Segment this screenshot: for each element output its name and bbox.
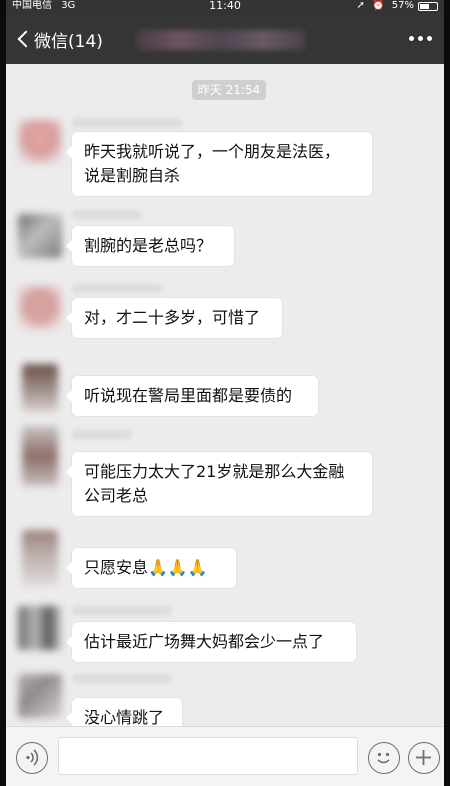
- back-button-label: 微信(14): [34, 31, 103, 52]
- sender-name-redacted: [72, 674, 172, 683]
- timestamp-label: 昨天 21:54: [192, 80, 266, 100]
- avatar[interactable]: [22, 426, 58, 486]
- message-text: 听说现在警局里面都是要债的: [84, 386, 293, 405]
- message-text: 说是割腕自杀: [84, 166, 181, 185]
- message-text: 只愿安息🙏🙏🙏: [84, 558, 208, 577]
- battery-fill: [420, 4, 429, 9]
- back-chevron-icon: [17, 30, 35, 48]
- input-bar: [6, 726, 444, 786]
- dot-icon: [427, 36, 432, 41]
- message-bubble[interactable]: 割腕的是老总吗？: [66, 226, 234, 266]
- emoji-button[interactable]: [368, 742, 400, 774]
- plus-icon: [416, 750, 431, 765]
- message-row: 只愿安息🙏🙏🙏: [6, 526, 444, 596]
- message-text: 可能压力太大了21岁就是那么大金融: [84, 462, 345, 481]
- chat-title-redacted: [136, 30, 306, 50]
- message-row: 可能压力太大了21岁就是那么大金融 公司老总: [6, 426, 444, 522]
- message-text: 估计最近广场舞大妈都会少一点了: [84, 632, 325, 651]
- location-icon: ➚: [356, 0, 365, 11]
- emoji-icon: [377, 752, 390, 764]
- message-row: 割腕的是老总吗？: [6, 204, 444, 270]
- dot-icon: [418, 36, 423, 41]
- message-row: 估计最近广场舞大妈都会少一点了: [6, 602, 444, 668]
- right-edge: [444, 0, 450, 786]
- avatar[interactable]: [18, 674, 62, 718]
- message-row: 对，才二十多岁，可惜了: [6, 278, 444, 350]
- message-text: 公司老总: [84, 486, 149, 505]
- battery-icon: [418, 2, 438, 11]
- message-bubble[interactable]: 昨天我就听说了，一个朋友是法医， 说是割腕自杀: [66, 132, 372, 196]
- voice-icon: [26, 749, 39, 766]
- sender-name-redacted: [72, 118, 182, 127]
- chat-area[interactable]: 昨天 21:54 昨天我就听说了，一个朋友是法医， 说是割腕自杀 割腕的是老总吗…: [6, 64, 444, 726]
- dot-icon: [409, 36, 414, 41]
- message-row: 听说现在警局里面都是要债的: [6, 360, 444, 426]
- back-button[interactable]: 微信(14): [10, 24, 103, 54]
- phone-screen: 中国电信 3G 11:40 ➚ ⏰ 57% 微信(14) 昨天 21:54 昨天…: [0, 0, 450, 786]
- message-text: 割腕的是老总吗？: [84, 236, 213, 255]
- message-bubble[interactable]: 听说现在警局里面都是要债的: [66, 376, 318, 416]
- alarm-icon: ⏰: [372, 0, 385, 11]
- message-row: 没心情跳了: [6, 670, 444, 726]
- message-row: 昨天我就听说了，一个朋友是法医， 说是割腕自杀: [6, 114, 444, 196]
- message-bubble[interactable]: 只愿安息🙏🙏🙏: [66, 548, 236, 588]
- message-bubble[interactable]: 没心情跳了: [66, 698, 182, 726]
- more-options-button[interactable]: [409, 36, 432, 41]
- sender-name-redacted: [72, 430, 132, 439]
- nav-bar: 微信(14): [6, 14, 444, 64]
- message-text: 对，才二十多岁，可惜了: [84, 308, 261, 327]
- message-text: 没心情跳了: [84, 708, 165, 726]
- voice-button[interactable]: [16, 742, 48, 774]
- avatar[interactable]: [18, 120, 62, 164]
- status-bar: 中国电信 3G 11:40 ➚ ⏰ 57%: [6, 0, 444, 14]
- avatar[interactable]: [18, 214, 62, 258]
- message-text: 昨天我就听说了，一个朋友是法医，: [84, 142, 341, 161]
- avatar[interactable]: [22, 530, 58, 586]
- message-bubble[interactable]: 对，才二十多岁，可惜了: [66, 298, 282, 338]
- sender-name-redacted: [72, 606, 172, 615]
- more-functions-button[interactable]: [408, 742, 440, 774]
- avatar[interactable]: [22, 364, 58, 412]
- avatar[interactable]: [18, 286, 62, 330]
- sender-name-redacted: [72, 284, 162, 293]
- battery-percent: ➚ ⏰ 57%: [356, 0, 414, 11]
- message-bubble[interactable]: 估计最近广场舞大妈都会少一点了: [66, 622, 356, 662]
- sender-name-redacted: [72, 210, 142, 219]
- message-bubble[interactable]: 可能压力太大了21岁就是那么大金融 公司老总: [66, 452, 372, 516]
- message-input[interactable]: [58, 737, 358, 775]
- avatar[interactable]: [18, 606, 62, 650]
